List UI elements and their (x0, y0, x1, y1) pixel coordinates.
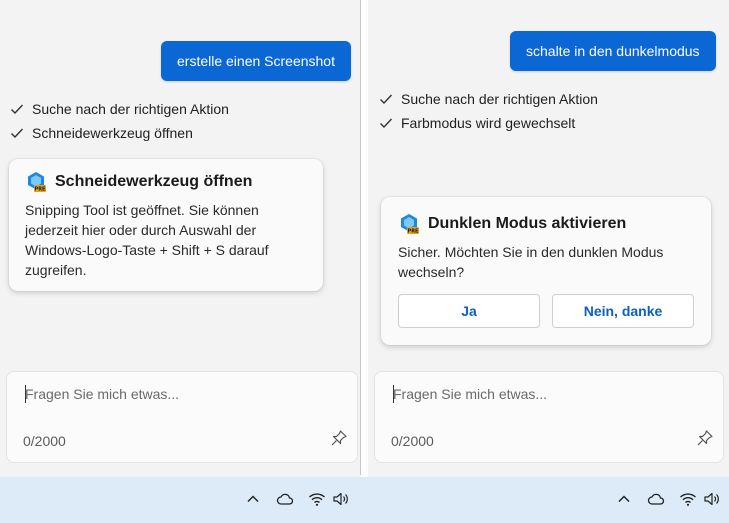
chat-input-box[interactable]: Fragen Sie mich etwas... 0/2000 (374, 371, 724, 463)
user-message-bubble: schalte in den dunkelmodus (510, 31, 716, 71)
card-title: Schneidewerkzeug öffnen (55, 173, 253, 190)
cloud-icon[interactable] (276, 491, 294, 512)
copilot-panel-left: erstelle einen Screenshot Suche nach der… (0, 0, 360, 523)
card-header: PRE Schneidewerkzeug öffnen (25, 171, 252, 193)
check-icon (10, 102, 32, 116)
svg-text:PRE: PRE (408, 229, 420, 235)
wifi-icon[interactable] (308, 491, 326, 512)
pin-icon[interactable] (330, 429, 348, 452)
step-label: Suche nach der richtigen Aktion (401, 91, 598, 107)
chevron-up-icon[interactable] (617, 491, 631, 512)
check-icon (379, 92, 401, 106)
yes-button[interactable]: Ja (398, 294, 540, 328)
check-icon (10, 126, 32, 140)
step-label: Schneidewerkzeug öffnen (32, 125, 193, 141)
action-card: PRE Schneidewerkzeug öffnen Snipping Too… (9, 159, 323, 291)
step-label: Suche nach der richtigen Aktion (32, 101, 229, 117)
step-item: Farbmodus wird gewechselt (379, 111, 598, 135)
chat-input-placeholder[interactable]: Fragen Sie mich etwas... (25, 386, 179, 402)
step-item: Schneidewerkzeug öffnen (10, 121, 229, 145)
card-body: Sicher. Möchten Sie in den dunklen Modus… (398, 244, 664, 280)
character-counter: 0/2000 (391, 433, 434, 449)
cloud-icon[interactable] (647, 491, 665, 512)
pane-divider (360, 0, 368, 523)
user-message-bubble: erstelle einen Screenshot (161, 41, 351, 81)
action-card: PRE Dunklen Modus aktivieren Sicher. Möc… (381, 197, 711, 345)
speaker-icon[interactable] (332, 491, 350, 512)
progress-steps: Suche nach der richtigen Aktion Schneide… (10, 97, 229, 145)
step-item: Suche nach der richtigen Aktion (379, 87, 598, 111)
speaker-icon[interactable] (703, 491, 721, 512)
check-icon (379, 116, 401, 130)
no-thanks-button[interactable]: Nein, danke (552, 294, 694, 328)
chat-input-placeholder[interactable]: Fragen Sie mich etwas... (393, 386, 547, 402)
step-label: Farbmodus wird gewechselt (401, 115, 576, 131)
chat-input-box[interactable]: Fragen Sie mich etwas... 0/2000 (6, 371, 358, 463)
card-header: PRE Dunklen Modus aktivieren (398, 213, 626, 235)
copilot-pre-icon: PRE (25, 171, 47, 193)
progress-steps: Suche nach der richtigen Aktion Farbmodu… (379, 87, 598, 135)
chevron-up-icon[interactable] (246, 491, 260, 512)
copilot-pre-icon: PRE (398, 213, 420, 235)
character-counter: 0/2000 (23, 433, 66, 449)
wifi-icon[interactable] (679, 491, 697, 512)
copilot-panel-right: schalte in den dunkelmodus Suche nach de… (368, 0, 729, 523)
pin-icon[interactable] (696, 429, 714, 452)
step-item: Suche nach der richtigen Aktion (10, 97, 229, 121)
card-body: Snipping Tool ist geöffnet. Sie können j… (25, 202, 269, 278)
card-title: Dunklen Modus aktivieren (428, 215, 627, 232)
svg-text:PRE: PRE (35, 187, 47, 193)
